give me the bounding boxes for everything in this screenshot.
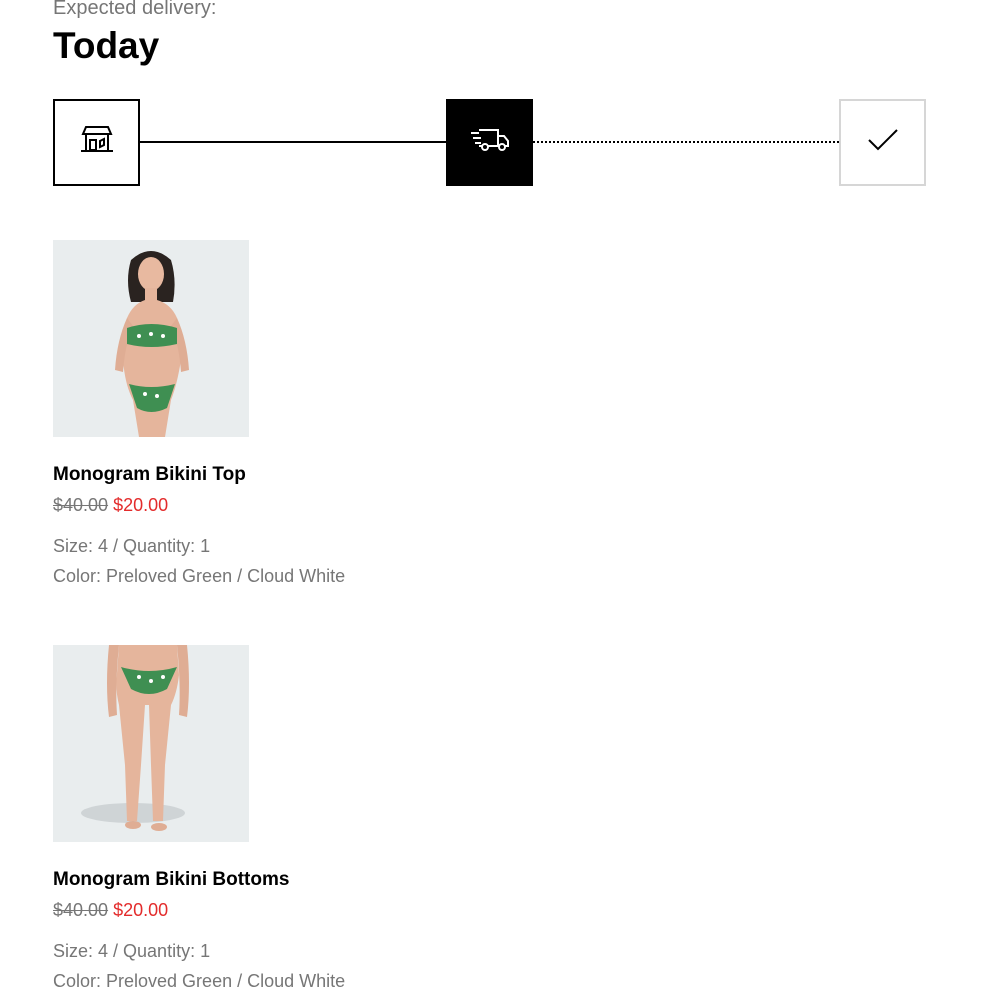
store-icon (79, 124, 115, 161)
original-price: $40.00 (53, 495, 109, 515)
original-price: $40.00 (53, 900, 109, 920)
delivery-truck-icon (470, 127, 510, 158)
sale-price: $20.00 (113, 495, 169, 515)
product-image-bikini-bottoms[interactable] (53, 645, 249, 842)
delivery-date: Today (53, 25, 160, 66)
checkmark-icon (867, 128, 899, 157)
order-item: Monogram Bikini Bottoms $40.00 $20.00 Si… (53, 645, 653, 991)
product-color: Color: Preloved Green / Cloud White (53, 566, 346, 586)
price-row: $40.00 $20.00 (53, 495, 168, 516)
size-quantity: Size: 4 / Quantity: 1 (53, 941, 211, 961)
progress-line-pending (533, 141, 839, 143)
price-row: $40.00 $20.00 (53, 900, 168, 921)
delivery-label: Expected delivery: (53, 0, 217, 19)
step-delivered (839, 99, 926, 186)
step-ordered (53, 99, 140, 186)
product-name[interactable]: Monogram Bikini Bottoms (53, 869, 289, 891)
product-color: Color: Preloved Green / Cloud White (53, 971, 346, 991)
step-shipping (446, 99, 533, 186)
product-image-bikini-top[interactable] (53, 240, 249, 437)
product-name[interactable]: Monogram Bikini Top (53, 464, 246, 486)
progress-line-completed (140, 141, 446, 143)
sale-price: $20.00 (113, 900, 169, 920)
size-quantity: Size: 4 / Quantity: 1 (53, 536, 211, 556)
order-item: Monogram Bikini Top $40.00 $20.00 Size: … (53, 240, 653, 586)
